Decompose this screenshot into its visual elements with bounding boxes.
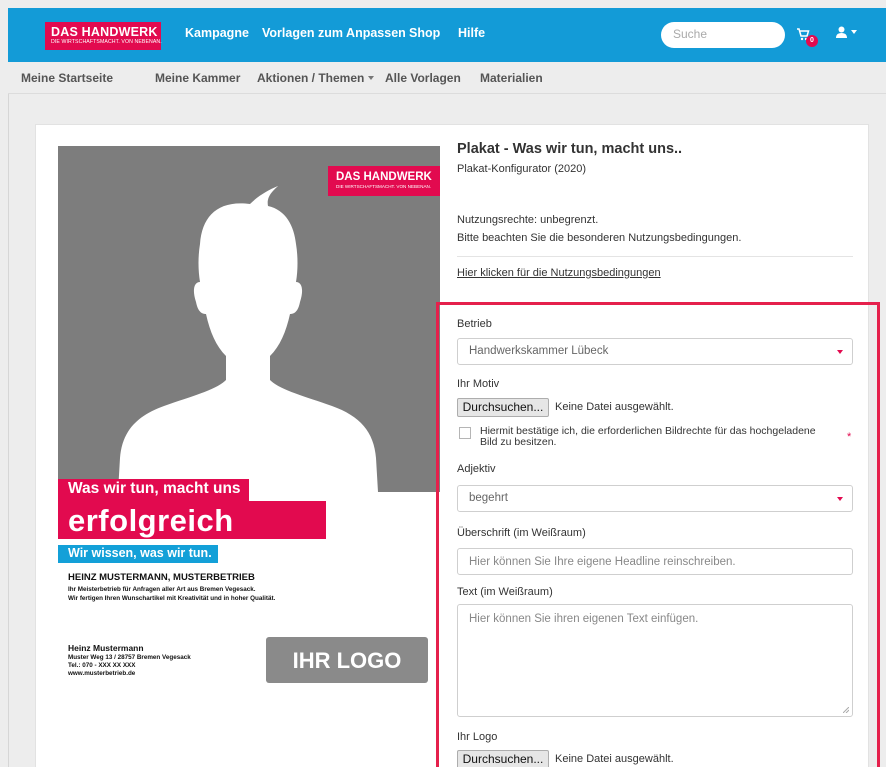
poster-headline-2: erfolgreich [58,501,326,539]
text-textarea[interactable]: Hier können Sie ihren eigenen Text einfü… [457,604,853,717]
motiv-browse-button[interactable]: Durchsuchen... [457,398,549,417]
chevron-down-icon [368,76,375,80]
brand-name: DAS HANDWERK [51,25,158,39]
user-menu-button[interactable] [836,26,866,44]
subnav-materialien[interactable]: Materialien [480,71,543,85]
poster-contact-phone: Tel.: 070 - XXX XX XXX [68,661,136,669]
page-border [8,94,9,767]
logo-label: Ihr Logo [457,731,498,743]
user-icon [836,26,847,38]
divider [457,256,853,257]
poster-brand-name: DAS HANDWERK [336,171,432,183]
subnav-meine-kammer[interactable]: Meine Kammer [155,71,240,85]
brand-tagline: DIE WIRTSCHAFTSMACHT. VON NEBENAN. [51,39,162,45]
nav-link-shop[interactable]: Shop [409,26,440,40]
poster-headline-3: Wir wissen, was wir tun. [58,545,218,563]
top-navbar: DAS HANDWERK DIE WIRTSCHAFTSMACHT. VON N… [8,8,886,62]
betrieb-select-value: Handwerkskammer Lübeck [469,345,609,357]
product-subtitle: Plakat-Konfigurator (2020) [457,163,587,175]
person-silhouette-icon [118,186,378,492]
poster-description-2: Wir fertigen Ihren Wunschartikel mit Kre… [68,595,276,602]
poster-company: HEINZ MUSTERMANN, MUSTERBETRIEB [68,572,255,583]
motiv-file-status: Keine Datei ausgewählt. [555,401,674,413]
subnav-alle-vorlagen[interactable]: Alle Vorlagen [385,71,461,85]
secondary-navbar: Meine Startseite Meine Kammer Aktionen /… [8,62,886,94]
chevron-down-icon [837,350,843,354]
rights-confirm-text: Hiermit bestätige ich, die erforderliche… [480,425,816,448]
logo-file-status: Keine Datei ausgewählt. [555,753,674,765]
adjektiv-select[interactable]: begehrt [457,485,853,512]
poster-preview: DAS HANDWERK DIE WIRTSCHAFTSMACHT. VON N… [58,146,440,766]
poster-logo-placeholder: IHR LOGO [266,637,428,683]
brand-logo[interactable]: DAS HANDWERK DIE WIRTSCHAFTSMACHT. VON N… [45,22,162,50]
headline-label: Überschrift (im Weißraum) [457,527,586,539]
chevron-down-icon [837,497,843,501]
subnav-aktionen-themen[interactable]: Aktionen / Themen [257,71,375,85]
nav-link-vorlagen[interactable]: Vorlagen zum Anpassen [262,26,406,40]
poster-contact-address: Muster Weg 13 / 28757 Bremen Vegesack [68,654,191,661]
poster-logo-placeholder-text: IHR LOGO [292,648,402,673]
usage-rights: Nutzungsrechte: unbegrenzt. [457,214,599,226]
adjektiv-select-value: begehrt [469,492,509,504]
poster-brand-logo: DAS HANDWERK DIE WIRTSCHAFTSMACHT. VON N… [328,166,440,196]
betrieb-label: Betrieb [457,318,492,330]
poster-headline-1: Was wir tun, macht uns [58,479,249,501]
adjektiv-label: Adjektiv [457,463,496,475]
search-input[interactable]: Suche [661,22,785,48]
terms-link[interactable]: Hier klicken für die Nutzungsbedingungen [457,267,661,279]
motiv-label: Ihr Motiv [457,378,500,390]
subnav-startseite[interactable]: Meine Startseite [21,71,113,85]
poster-description-1: Ihr Meisterbetrieb für Anfragen aller Ar… [68,586,256,593]
poster-photo-area [58,146,440,492]
cart-count-badge: 0 [806,35,818,47]
poster-contact-block: Muster Weg 13 / 28757 Bremen Vegesack Te… [68,654,191,677]
text-textarea-placeholder: Hier können Sie ihren eigenen Text einfü… [469,613,699,625]
poster-contact-name: Heinz Mustermann [68,643,144,653]
text-label: Text (im Weißraum) [457,586,553,598]
headline-input[interactable]: Hier können Sie Ihre eigene Headline rei… [457,548,853,575]
resize-handle-icon[interactable] [843,707,849,713]
cart-button[interactable]: 0 [796,26,822,48]
nav-link-kampagne[interactable]: Kampagne [185,26,249,40]
nav-link-hilfe[interactable]: Hilfe [458,26,485,40]
chevron-down-icon [851,30,857,34]
required-marker: * [847,431,852,443]
rights-confirm-checkbox[interactable] [459,427,471,439]
poster-contact-web: www.musterbetrieb.de [68,669,136,677]
subnav-aktionen-label: Aktionen / Themen [257,71,365,85]
usage-rights-note: Bitte beachten Sie die besonderen Nutzun… [457,232,742,244]
product-title: Plakat - Was wir tun, macht uns.. [457,141,683,157]
logo-browse-button[interactable]: Durchsuchen... [457,750,549,767]
poster-brand-tagline: DIE WIRTSCHAFTSMACHT. VON NEBENAN. [336,184,432,189]
betrieb-select[interactable]: Handwerkskammer Lübeck [457,338,853,365]
